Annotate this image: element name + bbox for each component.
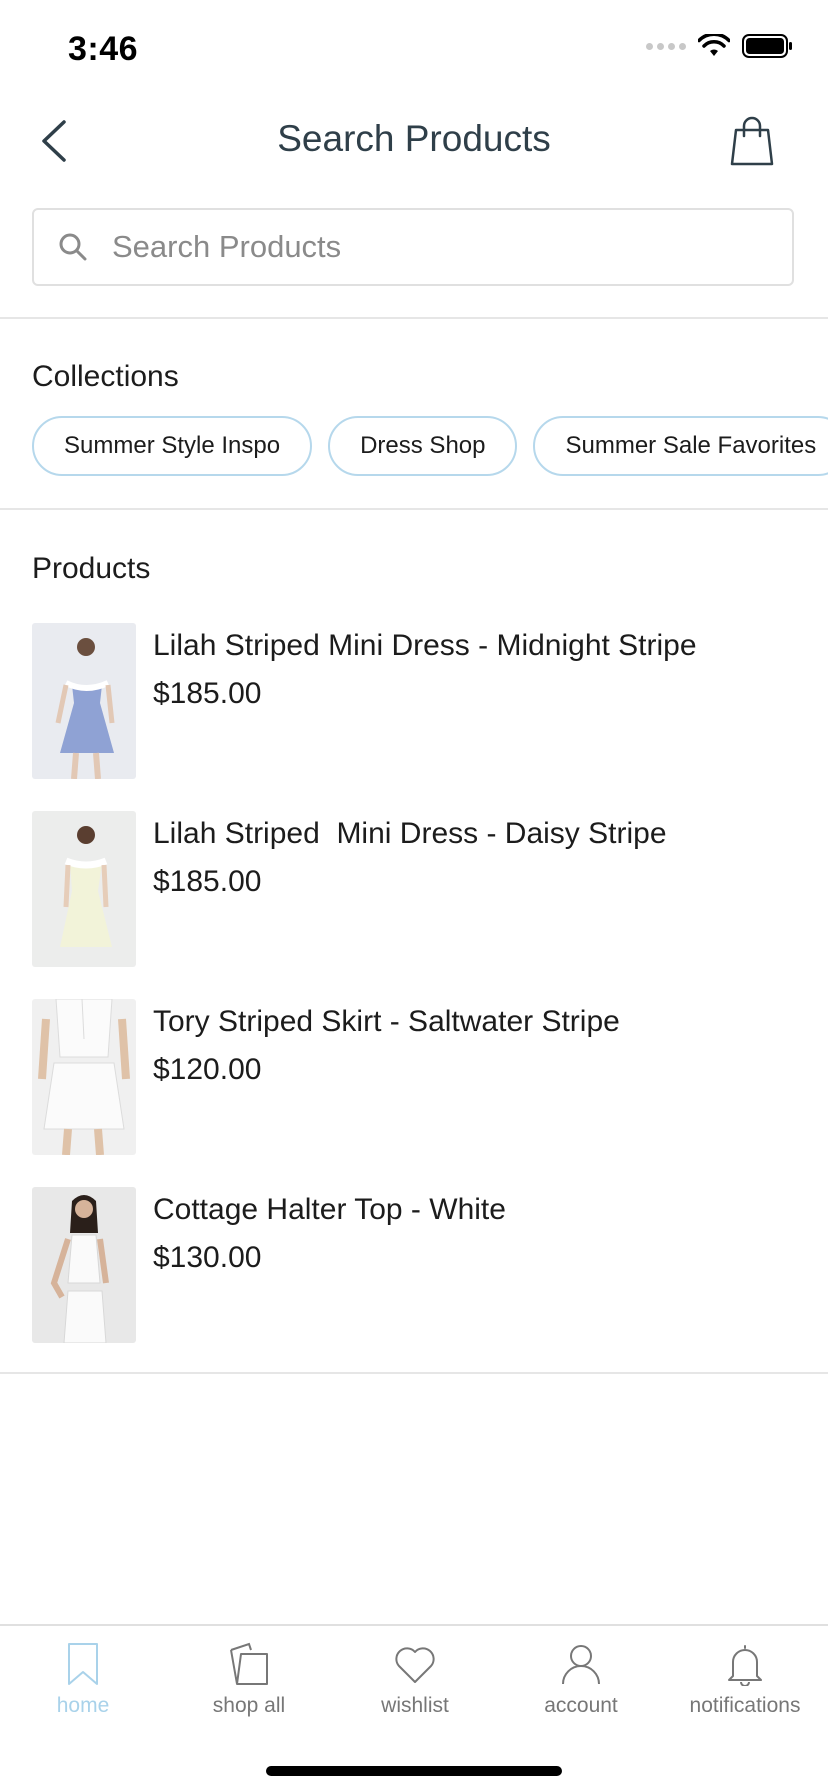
tab-label: home bbox=[56, 1694, 110, 1717]
divider bbox=[0, 317, 828, 319]
tab-label: notifications bbox=[689, 1694, 801, 1717]
cellular-signal-icon bbox=[646, 42, 686, 50]
shopping-bag-icon bbox=[230, 1642, 268, 1685]
page-title: Search Products bbox=[277, 118, 551, 159]
product-price: $120.00 bbox=[153, 1053, 262, 1086]
status-bar: 3:46 bbox=[0, 0, 828, 100]
shopping-bag-icon[interactable] bbox=[728, 114, 776, 166]
collection-chip[interactable]: Summer Style Inspo bbox=[32, 416, 313, 476]
product-row[interactable]: Lilah Striped Mini Dress - Midnight Stri… bbox=[32, 623, 828, 779]
wifi-icon bbox=[698, 34, 730, 56]
battery-icon bbox=[742, 34, 792, 58]
product-name: Cottage Halter Top - White bbox=[153, 1193, 506, 1226]
status-time: 3:46 bbox=[68, 30, 139, 68]
product-name: Tory Striped Skirt - Saltwater Stripe bbox=[153, 1005, 620, 1038]
tab-home[interactable]: home bbox=[0, 1642, 166, 1718]
home-indicator bbox=[266, 1766, 562, 1776]
collection-chip[interactable]: Dress Shop bbox=[328, 416, 518, 476]
product-price: $130.00 bbox=[153, 1241, 262, 1274]
bell-icon bbox=[728, 1645, 762, 1686]
navigation-bar: Search Products bbox=[0, 100, 828, 180]
tab-label: account bbox=[544, 1694, 618, 1717]
heart-icon bbox=[395, 1647, 435, 1683]
status-icons bbox=[646, 34, 794, 58]
collection-chip[interactable]: Summer Sale Favorites bbox=[533, 416, 828, 476]
product-name: Lilah Striped Mini Dress - Daisy Stripe bbox=[153, 817, 667, 850]
products-heading: Products bbox=[32, 552, 151, 585]
product-image bbox=[32, 999, 136, 1155]
tab-shop-all[interactable]: shop all bbox=[166, 1642, 332, 1718]
tab-wishlist[interactable]: wishlist bbox=[332, 1642, 498, 1718]
product-image bbox=[32, 811, 136, 967]
collections-chip-list: Summer Style Inspo Dress Shop Summer Sal… bbox=[32, 416, 828, 476]
product-image bbox=[32, 623, 136, 779]
product-price: $185.00 bbox=[153, 865, 262, 898]
search-icon bbox=[59, 233, 87, 261]
divider bbox=[0, 1372, 828, 1374]
person-icon bbox=[562, 1645, 600, 1685]
tab-label: wishlist bbox=[381, 1694, 449, 1717]
search-bar[interactable] bbox=[32, 208, 794, 286]
collections-heading: Collections bbox=[32, 360, 179, 393]
tab-account[interactable]: account bbox=[498, 1642, 664, 1718]
product-name: Lilah Striped Mini Dress - Midnight Stri… bbox=[153, 629, 697, 662]
product-row[interactable]: Lilah Striped Mini Dress - Daisy Stripe … bbox=[32, 811, 828, 967]
bookmark-icon bbox=[68, 1643, 98, 1685]
divider bbox=[0, 508, 828, 510]
tab-notifications[interactable]: notifications bbox=[662, 1642, 828, 1718]
product-price: $185.00 bbox=[153, 677, 262, 710]
product-image bbox=[32, 1187, 136, 1343]
search-input[interactable] bbox=[110, 228, 792, 266]
product-row[interactable]: Cottage Halter Top - White $130.00 bbox=[32, 1187, 828, 1343]
tab-label: shop all bbox=[212, 1694, 286, 1717]
product-row[interactable]: Tory Striped Skirt - Saltwater Stripe $1… bbox=[32, 999, 828, 1155]
